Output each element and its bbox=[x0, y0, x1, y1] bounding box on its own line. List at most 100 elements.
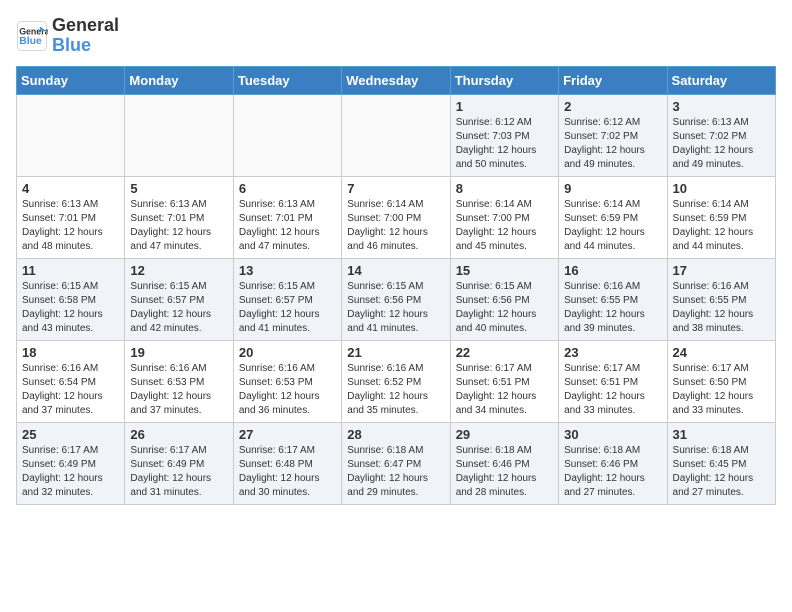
header-row: SundayMondayTuesdayWednesdayThursdayFrid… bbox=[17, 66, 776, 94]
day-number: 5 bbox=[130, 181, 227, 196]
page-header: General Blue GeneralBlue bbox=[16, 16, 776, 56]
day-cell: 27 Sunrise: 6:17 AM Sunset: 6:48 PM Dayli… bbox=[233, 422, 341, 504]
day-cell: 2Sunrise: 6:12 AM Sunset: 7:02 PM Daylig… bbox=[559, 94, 667, 176]
column-header-thursday: Thursday bbox=[450, 66, 558, 94]
calendar-body: 1 Sunrise: 6:12 AM Sunset: 7:03 PM Daylig… bbox=[17, 94, 776, 504]
day-number: 3 bbox=[673, 99, 770, 114]
day-cell: 25 Sunrise: 6:17 AM Sunset: 6:49 PM Dayli… bbox=[17, 422, 125, 504]
column-header-tuesday: Tuesday bbox=[233, 66, 341, 94]
day-cell: 6 Sunrise: 6:13 AM Sunset: 7:01 PM Daylig… bbox=[233, 176, 341, 258]
day-number: 29 bbox=[456, 427, 553, 442]
day-info: Sunrise: 6:18 AM Sunset: 6:47 PM Dayligh… bbox=[347, 444, 444, 500]
day-info: Sunrise: 6:12 AM Sunset: 7:03 PM Dayligh… bbox=[456, 116, 553, 172]
day-info: Sunrise: 6:16 AM Sunset: 6:54 PM Dayligh… bbox=[22, 362, 119, 418]
column-header-saturday: Saturday bbox=[667, 66, 775, 94]
day-info: Sunrise: 6:16 AM Sunset: 6:53 PM Dayligh… bbox=[130, 362, 227, 418]
day-info: Sunrise: 6:13 AM Sunset: 7:01 PM Dayligh… bbox=[239, 198, 336, 254]
day-cell: 1 Sunrise: 6:12 AM Sunset: 7:03 PM Daylig… bbox=[450, 94, 558, 176]
week-row-3: 11 Sunrise: 6:15 AM Sunset: 6:58 PM Dayli… bbox=[17, 258, 776, 340]
day-number: 4 bbox=[22, 181, 119, 196]
day-cell: 20Sunrise: 6:16 AM Sunset: 6:53 PM Dayli… bbox=[233, 340, 341, 422]
day-number: 24 bbox=[673, 345, 770, 360]
day-cell: 11 Sunrise: 6:15 AM Sunset: 6:58 PM Dayli… bbox=[17, 258, 125, 340]
day-info: Sunrise: 6:16 AM Sunset: 6:55 PM Dayligh… bbox=[673, 280, 770, 336]
day-number: 31 bbox=[673, 427, 770, 442]
day-info: Sunrise: 6:17 AM Sunset: 6:49 PM Dayligh… bbox=[130, 444, 227, 500]
day-info: Sunrise: 6:18 AM Sunset: 6:45 PM Dayligh… bbox=[673, 444, 770, 500]
day-info: Sunrise: 6:18 AM Sunset: 6:46 PM Dayligh… bbox=[564, 444, 661, 500]
day-number: 26 bbox=[130, 427, 227, 442]
day-cell bbox=[342, 94, 450, 176]
day-number: 8 bbox=[456, 181, 553, 196]
logo-text: GeneralBlue bbox=[52, 16, 119, 56]
day-info: Sunrise: 6:15 AM Sunset: 6:56 PM Dayligh… bbox=[347, 280, 444, 336]
day-cell: 21Sunrise: 6:16 AM Sunset: 6:52 PM Dayli… bbox=[342, 340, 450, 422]
day-number: 18 bbox=[22, 345, 119, 360]
day-cell: 10Sunrise: 6:14 AM Sunset: 6:59 PM Dayli… bbox=[667, 176, 775, 258]
day-cell: 26 Sunrise: 6:17 AM Sunset: 6:49 PM Dayli… bbox=[125, 422, 233, 504]
day-number: 20 bbox=[239, 345, 336, 360]
week-row-4: 18 Sunrise: 6:16 AM Sunset: 6:54 PM Dayli… bbox=[17, 340, 776, 422]
logo: General Blue GeneralBlue bbox=[16, 16, 119, 56]
calendar-header: SundayMondayTuesdayWednesdayThursdayFrid… bbox=[17, 66, 776, 94]
day-cell: 22 Sunrise: 6:17 AM Sunset: 6:51 PM Dayli… bbox=[450, 340, 558, 422]
day-info: Sunrise: 6:15 AM Sunset: 6:57 PM Dayligh… bbox=[239, 280, 336, 336]
day-info: Sunrise: 6:13 AM Sunset: 7:02 PM Dayligh… bbox=[673, 116, 770, 172]
day-number: 11 bbox=[22, 263, 119, 278]
day-cell: 19 Sunrise: 6:16 AM Sunset: 6:53 PM Dayli… bbox=[125, 340, 233, 422]
day-info: Sunrise: 6:15 AM Sunset: 6:58 PM Dayligh… bbox=[22, 280, 119, 336]
day-cell: 29 Sunrise: 6:18 AM Sunset: 6:46 PM Dayli… bbox=[450, 422, 558, 504]
day-cell: 16Sunrise: 6:16 AM Sunset: 6:55 PM Dayli… bbox=[559, 258, 667, 340]
day-info: Sunrise: 6:14 AM Sunset: 6:59 PM Dayligh… bbox=[673, 198, 770, 254]
column-header-wednesday: Wednesday bbox=[342, 66, 450, 94]
day-number: 15 bbox=[456, 263, 553, 278]
day-info: Sunrise: 6:15 AM Sunset: 6:57 PM Dayligh… bbox=[130, 280, 227, 336]
day-cell: 31 Sunrise: 6:18 AM Sunset: 6:45 PM Dayli… bbox=[667, 422, 775, 504]
day-cell: 30Sunrise: 6:18 AM Sunset: 6:46 PM Dayli… bbox=[559, 422, 667, 504]
day-number: 6 bbox=[239, 181, 336, 196]
day-number: 25 bbox=[22, 427, 119, 442]
day-info: Sunrise: 6:13 AM Sunset: 7:01 PM Dayligh… bbox=[22, 198, 119, 254]
logo-icon: General Blue bbox=[16, 20, 48, 52]
day-cell bbox=[125, 94, 233, 176]
day-number: 13 bbox=[239, 263, 336, 278]
day-info: Sunrise: 6:13 AM Sunset: 7:01 PM Dayligh… bbox=[130, 198, 227, 254]
day-number: 27 bbox=[239, 427, 336, 442]
day-number: 2 bbox=[564, 99, 661, 114]
day-info: Sunrise: 6:17 AM Sunset: 6:48 PM Dayligh… bbox=[239, 444, 336, 500]
svg-text:General: General bbox=[19, 26, 48, 36]
day-cell: 23Sunrise: 6:17 AM Sunset: 6:51 PM Dayli… bbox=[559, 340, 667, 422]
svg-text:Blue: Blue bbox=[19, 36, 42, 47]
day-cell: 3 Sunrise: 6:13 AM Sunset: 7:02 PM Daylig… bbox=[667, 94, 775, 176]
day-cell: 9 Sunrise: 6:14 AM Sunset: 6:59 PM Daylig… bbox=[559, 176, 667, 258]
day-cell: 17 Sunrise: 6:16 AM Sunset: 6:55 PM Dayli… bbox=[667, 258, 775, 340]
day-info: Sunrise: 6:15 AM Sunset: 6:56 PM Dayligh… bbox=[456, 280, 553, 336]
column-header-friday: Friday bbox=[559, 66, 667, 94]
day-cell: 13 Sunrise: 6:15 AM Sunset: 6:57 PM Dayli… bbox=[233, 258, 341, 340]
day-info: Sunrise: 6:17 AM Sunset: 6:51 PM Dayligh… bbox=[456, 362, 553, 418]
day-info: Sunrise: 6:17 AM Sunset: 6:51 PM Dayligh… bbox=[564, 362, 661, 418]
day-number: 14 bbox=[347, 263, 444, 278]
day-cell: 15 Sunrise: 6:15 AM Sunset: 6:56 PM Dayli… bbox=[450, 258, 558, 340]
day-number: 28 bbox=[347, 427, 444, 442]
day-cell: 4 Sunrise: 6:13 AM Sunset: 7:01 PM Daylig… bbox=[17, 176, 125, 258]
day-info: Sunrise: 6:18 AM Sunset: 6:46 PM Dayligh… bbox=[456, 444, 553, 500]
day-cell bbox=[233, 94, 341, 176]
day-cell: 18 Sunrise: 6:16 AM Sunset: 6:54 PM Dayli… bbox=[17, 340, 125, 422]
day-info: Sunrise: 6:17 AM Sunset: 6:50 PM Dayligh… bbox=[673, 362, 770, 418]
day-cell: 12 Sunrise: 6:15 AM Sunset: 6:57 PM Dayli… bbox=[125, 258, 233, 340]
day-number: 19 bbox=[130, 345, 227, 360]
day-info: Sunrise: 6:14 AM Sunset: 7:00 PM Dayligh… bbox=[456, 198, 553, 254]
day-cell bbox=[17, 94, 125, 176]
day-number: 1 bbox=[456, 99, 553, 114]
day-number: 17 bbox=[673, 263, 770, 278]
day-number: 9 bbox=[564, 181, 661, 196]
day-number: 22 bbox=[456, 345, 553, 360]
column-header-monday: Monday bbox=[125, 66, 233, 94]
day-number: 12 bbox=[130, 263, 227, 278]
day-info: Sunrise: 6:16 AM Sunset: 6:52 PM Dayligh… bbox=[347, 362, 444, 418]
week-row-1: 1 Sunrise: 6:12 AM Sunset: 7:03 PM Daylig… bbox=[17, 94, 776, 176]
day-info: Sunrise: 6:14 AM Sunset: 6:59 PM Dayligh… bbox=[564, 198, 661, 254]
day-info: Sunrise: 6:14 AM Sunset: 7:00 PM Dayligh… bbox=[347, 198, 444, 254]
day-info: Sunrise: 6:17 AM Sunset: 6:49 PM Dayligh… bbox=[22, 444, 119, 500]
